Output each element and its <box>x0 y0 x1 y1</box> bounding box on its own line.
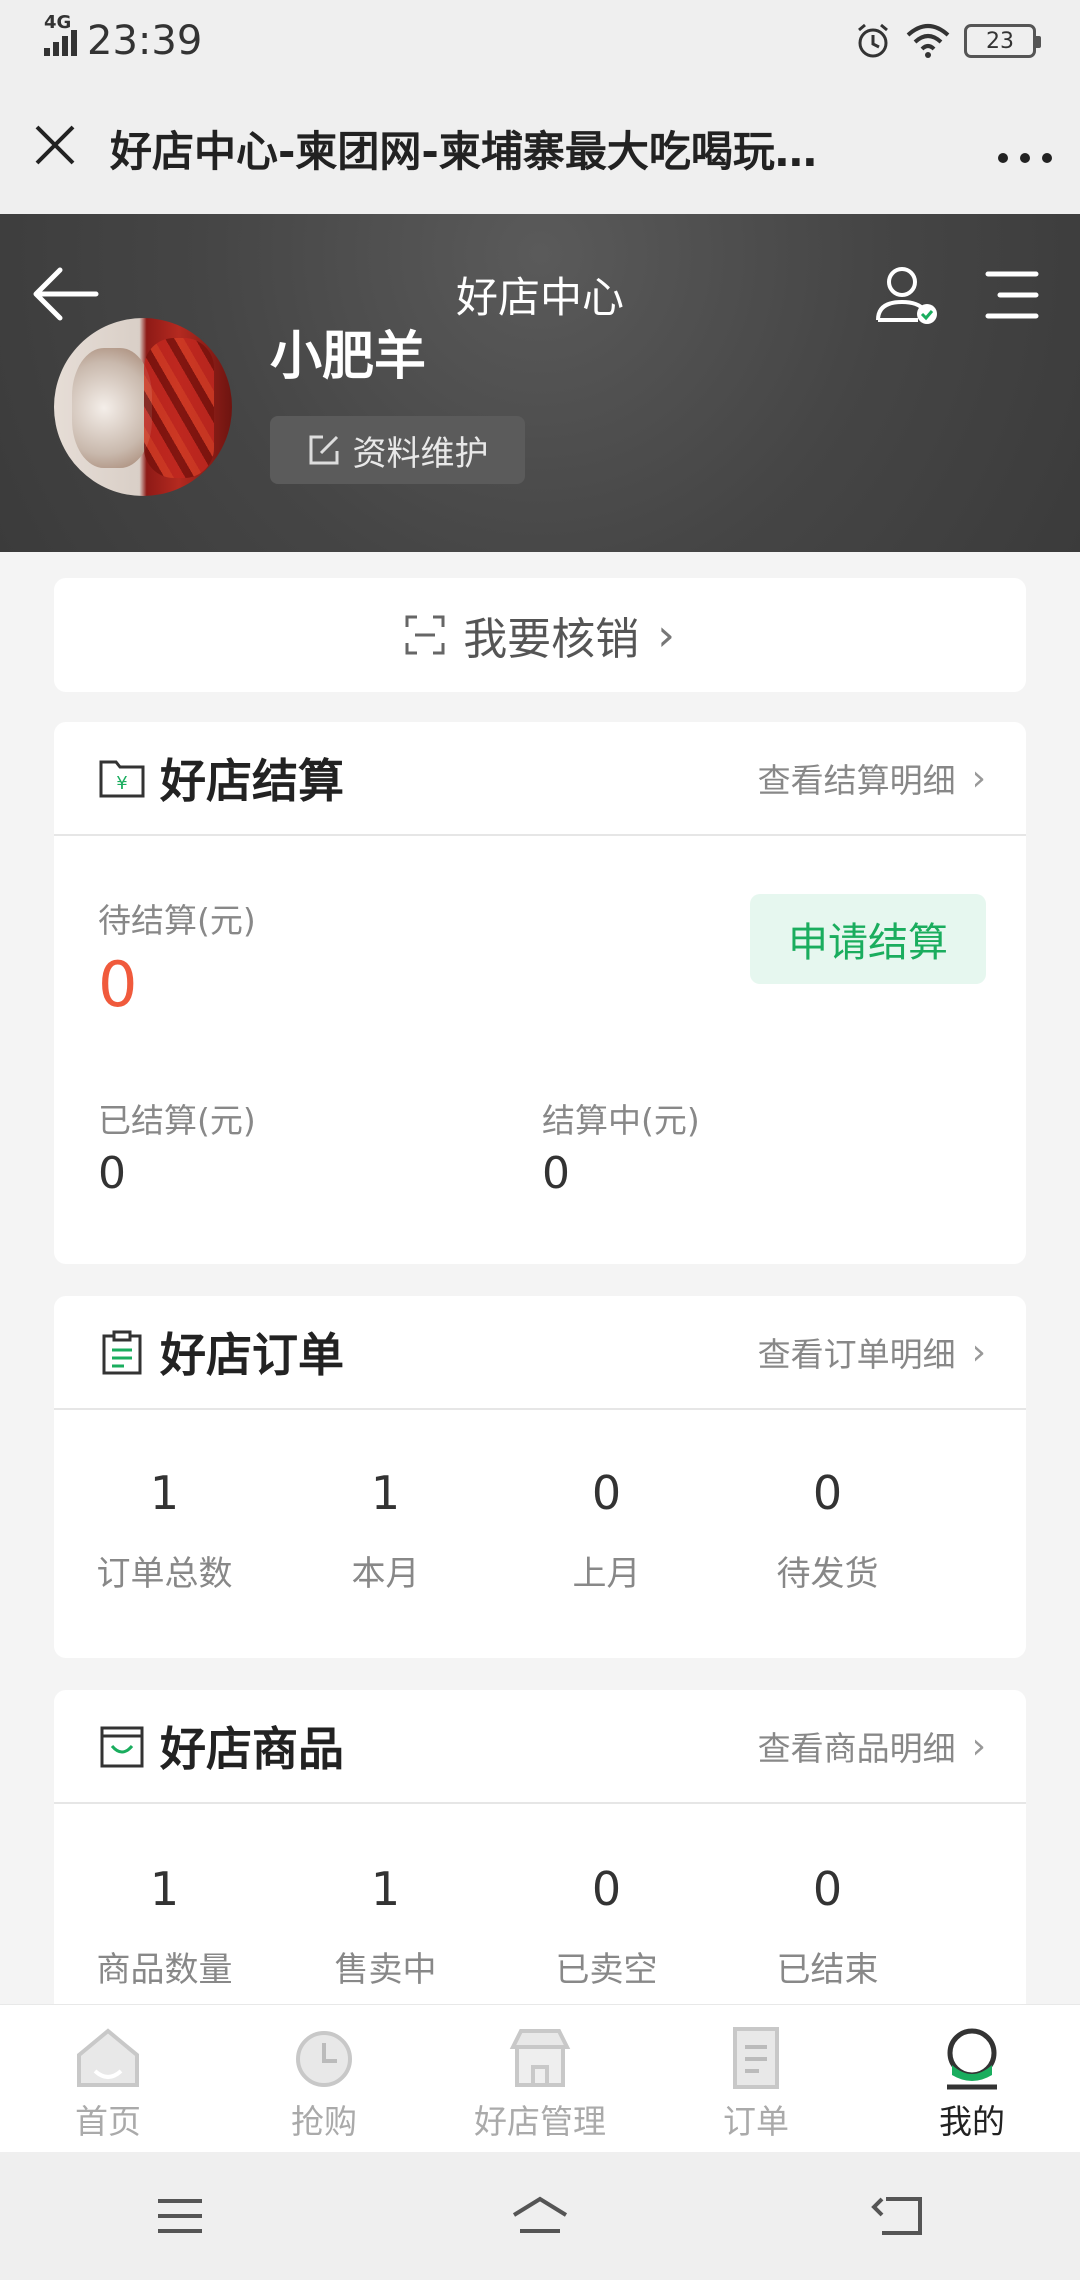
browser-page-title: 好店中心-柬团网-柬埔寨最大吃喝玩… <box>110 126 817 176</box>
clipboard-icon <box>102 1330 142 1375</box>
in-progress-amount: 0 <box>542 1148 570 1199</box>
tab-orders[interactable]: 订单 <box>648 2005 864 2152</box>
system-nav-bar <box>0 2152 1080 2280</box>
alarm-icon <box>858 23 888 58</box>
tab-profile[interactable]: 我的 <box>864 2005 1080 2152</box>
svg-text:¥: ¥ <box>116 773 127 794</box>
settlement-detail-link[interactable]: 查看结算明细 › <box>758 754 986 802</box>
flash-sale-icon <box>296 2031 352 2087</box>
stat-goods-count[interactable]: 1 商品数量 <box>54 1862 275 1991</box>
store-icon <box>509 2029 571 2087</box>
wallet-icon: ¥ <box>99 760 145 798</box>
wifi-icon <box>906 24 950 58</box>
settlement-card: ¥ 好店结算 查看结算明细 › 待结算(元) 0 申请结算 已结算(元) 0 结… <box>54 722 1026 1264</box>
stat-total-orders[interactable]: 1 订单总数 <box>54 1466 275 1595</box>
stat-sold-out[interactable]: 0 已卖空 <box>496 1862 717 1991</box>
status-bar: 4G 23:39 23 <box>0 0 1080 82</box>
menu-icon[interactable] <box>984 268 1040 322</box>
back-arrow-icon[interactable] <box>30 264 100 324</box>
bottom-tab-bar: 首页 抢购 好店管理 订单 我的 <box>0 2004 1080 2152</box>
chevron-right-icon: › <box>971 757 986 799</box>
stat-last-month[interactable]: 0 上月 <box>496 1466 717 1595</box>
apply-settlement-button[interactable]: 申请结算 <box>750 894 986 984</box>
chevron-right-icon: › <box>657 609 675 661</box>
stat-this-month[interactable]: 1 本月 <box>275 1466 496 1595</box>
shop-avatar <box>54 318 232 496</box>
close-icon[interactable] <box>0 116 110 181</box>
goods-detail-link[interactable]: 查看商品明细 › <box>758 1722 986 1770</box>
signal-icon: 4G <box>44 12 77 56</box>
back-nav-icon[interactable] <box>870 2191 930 2241</box>
stat-to-ship[interactable]: 0 待发货 <box>717 1466 938 1595</box>
chevron-right-icon: › <box>971 1331 986 1373</box>
orders-card: 好店订单 查看订单明细 › 1 订单总数 1 本月 0 上月 0 待发货 <box>54 1296 1026 1658</box>
edit-icon <box>309 435 338 465</box>
battery-icon: 23 <box>964 24 1041 58</box>
recent-apps-icon[interactable] <box>150 2191 210 2241</box>
home-nav-icon[interactable] <box>510 2191 570 2241</box>
settlement-title: 好店结算 <box>160 754 344 808</box>
profile-icon <box>947 2028 997 2090</box>
shop-header: 好店中心 小肥羊 资料维护 <box>0 214 1080 552</box>
user-check-icon[interactable] <box>874 264 940 326</box>
tab-store-management[interactable]: 好店管理 <box>432 2005 648 2152</box>
stat-on-sale[interactable]: 1 售卖中 <box>275 1862 496 1991</box>
stat-ended[interactable]: 0 已结束 <box>717 1862 938 1991</box>
more-options-icon[interactable] <box>970 120 1080 176</box>
goods-card: 好店商品 查看商品明细 › 1 商品数量 1 售卖中 0 已卖空 0 已结束 <box>54 1690 1026 2020</box>
order-icon <box>733 2027 779 2089</box>
tab-home[interactable]: 首页 <box>0 2005 216 2152</box>
verify-button[interactable]: 我要核销 › <box>54 578 1026 692</box>
pending-amount: 0 <box>98 948 138 1021</box>
in-progress-label: 结算中(元) <box>542 1101 700 1140</box>
profile-maintain-button[interactable]: 资料维护 <box>270 416 525 484</box>
shop-name: 小肥羊 <box>270 327 427 387</box>
settled-label: 已结算(元) <box>98 1101 256 1140</box>
settled-amount: 0 <box>98 1148 126 1199</box>
scan-icon <box>405 615 445 655</box>
shopping-bag-icon <box>100 1726 144 1768</box>
tab-flash-sale[interactable]: 抢购 <box>216 2005 432 2152</box>
home-icon <box>77 2028 139 2087</box>
browser-title-bar: 好店中心-柬团网-柬埔寨最大吃喝玩… <box>0 82 1080 214</box>
orders-title: 好店订单 <box>160 1328 344 1382</box>
orders-detail-link[interactable]: 查看订单明细 › <box>758 1328 986 1376</box>
goods-title: 好店商品 <box>160 1722 344 1776</box>
status-time: 23:39 <box>87 18 203 64</box>
chevron-right-icon: › <box>971 1725 986 1767</box>
pending-label: 待结算(元) <box>98 901 256 940</box>
